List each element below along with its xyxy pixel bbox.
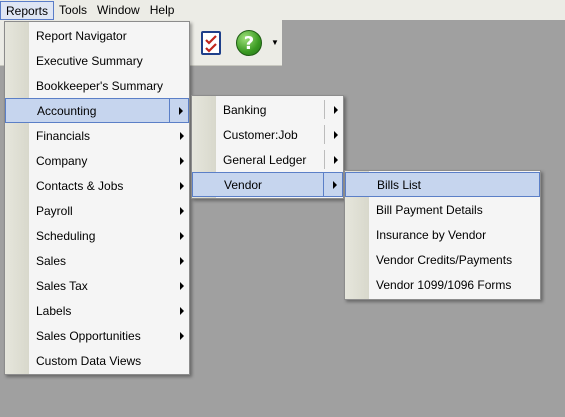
menu-item-label: Bills List xyxy=(377,177,422,192)
vendor-submenu: Bills List Bill Payment Details Insuranc… xyxy=(344,170,541,300)
menu-item-label: Financials xyxy=(36,128,91,143)
menu-item-insurance-by-vendor[interactable]: Insurance by Vendor xyxy=(345,222,540,247)
submenu-arrow-icon xyxy=(333,180,337,189)
reports-menu: Report Navigator Executive Summary Bookk… xyxy=(4,21,190,375)
help-dropdown-arrow-icon[interactable]: ▼ xyxy=(271,38,279,47)
submenu-arrow-icon xyxy=(334,130,338,139)
menu-item-label: Sales xyxy=(36,253,67,268)
menu-item-bill-payment-details[interactable]: Bill Payment Details xyxy=(345,197,540,222)
help-button[interactable]: ? xyxy=(234,27,264,59)
menu-item-report-navigator[interactable]: Report Navigator xyxy=(5,23,189,48)
menu-item-label: Labels xyxy=(36,303,72,318)
menu-item-labels[interactable]: Labels xyxy=(5,298,189,323)
checklist-icon xyxy=(201,31,221,55)
menu-item-label: Customer:Job xyxy=(223,127,298,142)
submenu-arrow-icon xyxy=(334,155,338,164)
separator xyxy=(323,173,324,196)
menu-item-label: Insurance by Vendor xyxy=(376,227,487,242)
menu-item-company[interactable]: Company xyxy=(5,148,189,173)
menu-item-financials[interactable]: Financials xyxy=(5,123,189,148)
accounting-submenu: Banking Customer:Job General Ledger Vend… xyxy=(191,95,344,199)
menu-item-scheduling[interactable]: Scheduling xyxy=(5,223,189,248)
menu-item-bookkeepers-summary[interactable]: Bookkeeper's Summary xyxy=(5,73,189,98)
help-icon: ? xyxy=(236,30,262,56)
submenu-arrow-icon xyxy=(180,156,184,165)
menu-item-sales[interactable]: Sales xyxy=(5,248,189,273)
menu-item-label: Sales Tax xyxy=(36,278,88,293)
menu-help[interactable]: Help xyxy=(145,0,180,20)
menu-item-label: Vendor Credits/Payments xyxy=(376,252,513,267)
checklist-button[interactable] xyxy=(196,27,226,59)
menu-item-label: Vendor 1099/1096 Forms xyxy=(376,277,512,292)
menu-item-customer-job[interactable]: Customer:Job xyxy=(192,122,343,147)
menu-item-label: Executive Summary xyxy=(36,53,143,68)
menu-item-label: Bill Payment Details xyxy=(376,202,483,217)
menu-item-sales-opportunities[interactable]: Sales Opportunities xyxy=(5,323,189,348)
menu-item-label: Vendor xyxy=(224,177,263,192)
submenu-arrow-icon xyxy=(180,306,184,315)
submenu-arrow-icon xyxy=(180,256,184,265)
menu-item-label: General Ledger xyxy=(223,152,307,167)
menu-window[interactable]: Window xyxy=(92,0,145,20)
menubar: Reports Tools Window Help xyxy=(0,0,565,20)
menu-tools[interactable]: Tools xyxy=(54,0,92,20)
menu-item-contacts-jobs[interactable]: Contacts & Jobs xyxy=(5,173,189,198)
submenu-arrow-icon xyxy=(179,106,183,115)
menu-item-banking[interactable]: Banking xyxy=(192,97,343,122)
menu-item-label: Bookkeeper's Summary xyxy=(36,78,164,93)
menu-item-label: Scheduling xyxy=(36,228,96,243)
separator xyxy=(324,100,325,119)
menu-reports[interactable]: Reports xyxy=(0,1,55,20)
menu-item-vendor-1099-1096-forms[interactable]: Vendor 1099/1096 Forms xyxy=(345,272,540,297)
menu-item-label: Company xyxy=(36,153,88,168)
menu-item-label: Payroll xyxy=(36,203,73,218)
menu-item-executive-summary[interactable]: Executive Summary xyxy=(5,48,189,73)
menu-item-label: Custom Data Views xyxy=(36,353,142,368)
separator xyxy=(324,125,325,144)
submenu-arrow-icon xyxy=(180,181,184,190)
menu-item-general-ledger[interactable]: General Ledger xyxy=(192,147,343,172)
menu-item-accounting[interactable]: Accounting xyxy=(5,98,189,123)
menu-item-label: Sales Opportunities xyxy=(36,328,141,343)
separator xyxy=(324,150,325,169)
submenu-arrow-icon xyxy=(180,231,184,240)
separator xyxy=(169,99,170,122)
menu-item-label: Accounting xyxy=(37,103,97,118)
submenu-arrow-icon xyxy=(180,281,184,290)
menu-item-bills-list[interactable]: Bills List xyxy=(345,172,540,197)
menu-item-label: Report Navigator xyxy=(36,28,127,43)
menu-item-vendor[interactable]: Vendor xyxy=(192,172,343,197)
menu-item-custom-data-views[interactable]: Custom Data Views xyxy=(5,348,189,373)
submenu-arrow-icon xyxy=(180,131,184,140)
menu-item-label: Banking xyxy=(223,102,267,117)
submenu-arrow-icon xyxy=(334,105,338,114)
menu-item-payroll[interactable]: Payroll xyxy=(5,198,189,223)
menu-item-vendor-credits-payments[interactable]: Vendor Credits/Payments xyxy=(345,247,540,272)
menu-item-label: Contacts & Jobs xyxy=(36,178,124,193)
menu-item-sales-tax[interactable]: Sales Tax xyxy=(5,273,189,298)
submenu-arrow-icon xyxy=(180,206,184,215)
submenu-arrow-icon xyxy=(180,331,184,340)
